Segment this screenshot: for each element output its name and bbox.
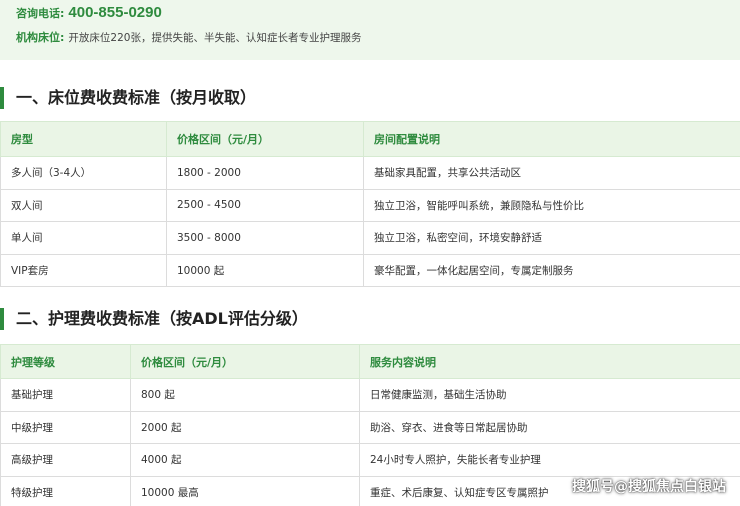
table-cell: 独立卫浴，智能呼叫系统，兼顾隐私与性价比: [363, 188, 740, 222]
table-row: 双人间 2500 - 4500 独立卫浴，智能呼叫系统，兼顾隐私与性价比: [0, 188, 740, 222]
table-header-row: 护理等级 价格区间（元/月） 服务内容说明: [0, 344, 740, 379]
column-header-room-type: 房型: [0, 121, 167, 157]
phone-number[interactable]: 400-855-0290: [68, 4, 161, 21]
table-cell: 800 起: [130, 378, 360, 412]
phone-line: 咨询电话: 400-855-0290: [16, 2, 162, 21]
beds-label: 机构床位:: [16, 31, 65, 44]
table-cell: 日常健康监测，基础生活协助: [359, 378, 740, 412]
table-cell: 4000 起: [130, 443, 360, 477]
table-row: 基础护理 800 起 日常健康监测，基础生活协助: [0, 378, 740, 412]
column-header-price: 价格区间（元/月）: [166, 121, 364, 157]
table-cell: 多人间（3-4人）: [0, 156, 167, 190]
watermark: 搜狐号@搜狐焦点白银站: [572, 479, 726, 495]
care-fee-section-title: 二、护理费收费标准（按ADL评估分级）: [0, 308, 740, 330]
column-header-price: 价格区间（元/月）: [130, 344, 360, 379]
column-header-care-level: 护理等级: [0, 344, 131, 379]
table-cell: 3500 - 8000: [166, 221, 364, 255]
table-cell: 单人间: [0, 221, 167, 255]
table-cell: 特级护理: [0, 475, 131, 506]
table-cell: 豪华配置，一体化起居空间，专属定制服务: [363, 253, 740, 287]
beds-text: 开放床位220张，提供失能、半失能、认知症长者专业护理服务: [68, 32, 362, 44]
table-cell: 中级护理: [0, 410, 131, 444]
column-header-service: 服务内容说明: [359, 344, 740, 379]
phone-label: 咨询电话:: [16, 7, 65, 20]
table-cell: 高级护理: [0, 443, 131, 477]
table-header-row: 房型 价格区间（元/月） 房间配置说明: [0, 121, 740, 157]
table-row: 高级护理 4000 起 24小时专人照护，失能长者专业护理: [0, 443, 740, 477]
table-cell: 双人间: [0, 188, 167, 222]
beds-line: 机构床位: 开放床位220张，提供失能、半失能、认知症长者专业护理服务: [16, 26, 361, 45]
table-cell: VIP套房: [0, 253, 167, 287]
table-cell: 2000 起: [130, 410, 360, 444]
table-row: 中级护理 2000 起 助浴、穿衣、进食等日常起居协助: [0, 410, 740, 444]
table-cell: 1800 - 2000: [166, 156, 364, 190]
column-header-description: 房间配置说明: [363, 121, 740, 157]
table-row: 多人间（3-4人） 1800 - 2000 基础家具配置，共享公共活动区: [0, 156, 740, 190]
table-row: 单人间 3500 - 8000 独立卫浴，私密空间，环境安静舒适: [0, 221, 740, 255]
table-cell: 2500 - 4500: [166, 188, 364, 222]
table-cell: 独立卫浴，私密空间，环境安静舒适: [363, 221, 740, 255]
table-cell: 24小时专人照护，失能长者专业护理: [359, 443, 740, 477]
table-cell: 基础护理: [0, 378, 131, 412]
table-row: VIP套房 10000 起 豪华配置，一体化起居空间，专属定制服务: [0, 253, 740, 287]
bed-fee-table: 房型 价格区间（元/月） 房间配置说明 多人间（3-4人） 1800 - 200…: [0, 121, 740, 287]
table-cell: 10000 最高: [130, 475, 360, 506]
table-cell: 10000 起: [166, 253, 364, 287]
contact-info-box: 咨询电话: 400-855-0290 机构床位: 开放床位220张，提供失能、半失能…: [0, 0, 740, 60]
table-cell: 助浴、穿衣、进食等日常起居协助: [359, 410, 740, 444]
table-cell: 基础家具配置，共享公共活动区: [363, 156, 740, 190]
bed-fee-section-title: 一、床位费收费标准（按月收取）: [0, 87, 740, 109]
